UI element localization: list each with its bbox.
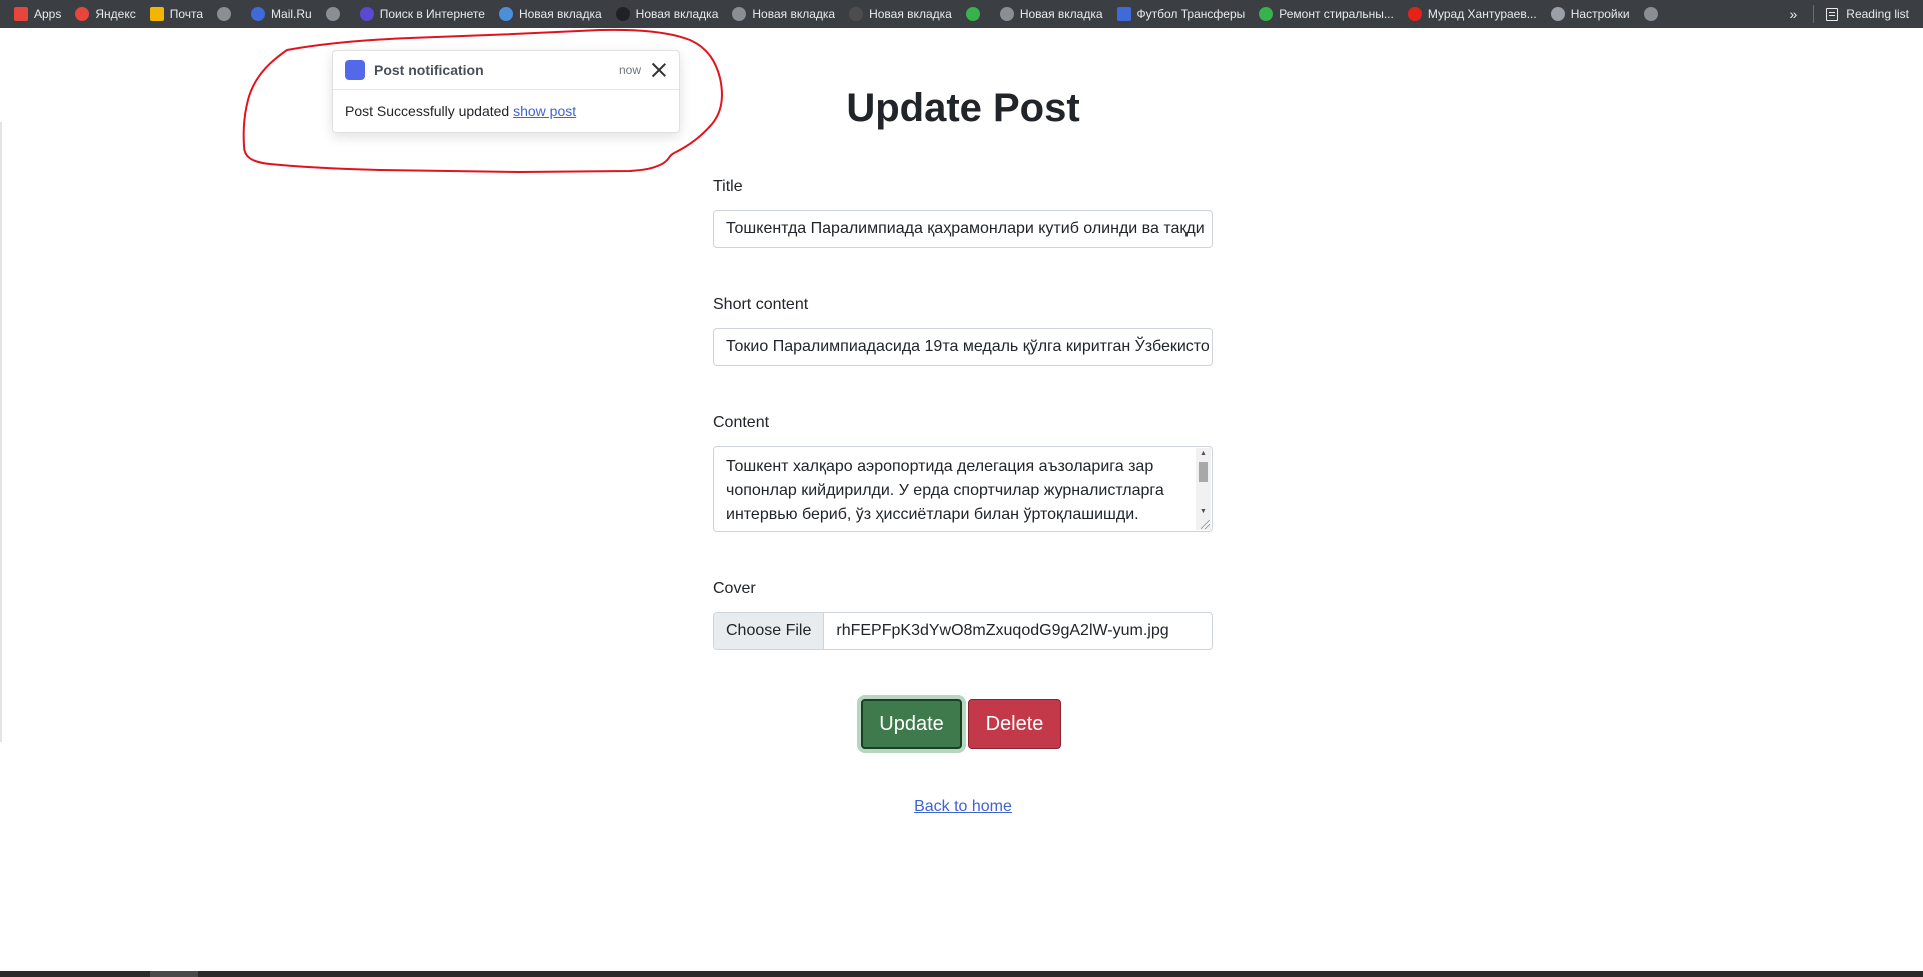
bookmark-label: Mail.Ru (271, 7, 312, 21)
bookmark-label: Новая вкладка (635, 7, 719, 21)
textarea-scrollbar[interactable]: ▲ ▼ (1196, 448, 1211, 530)
reading-list-icon (1826, 7, 1839, 21)
reading-list-label: Reading list (1846, 7, 1909, 21)
left-edge-line (0, 122, 2, 742)
bookmark-item[interactable] (217, 0, 237, 28)
choose-file-button[interactable]: Choose File (714, 613, 825, 649)
scroll-up-arrow-icon[interactable]: ▲ (1196, 448, 1211, 460)
title-label: Title (713, 178, 743, 195)
update-button[interactable]: Update (861, 699, 962, 749)
bookmark-label: Новая вкладка (869, 7, 952, 21)
owl-icon (849, 7, 864, 21)
bookmark-item[interactable] (1643, 0, 1664, 28)
bookmark-label: Ремонт стиральны... (1279, 7, 1394, 21)
cover-file-input[interactable]: Choose File rhFEPFpK3dYwO8mZxuqodG9gA2lW… (713, 612, 1213, 650)
bookmark-label: Apps (34, 7, 62, 21)
bookmark-item[interactable]: Новая вкладка (615, 0, 719, 28)
bookmark-item[interactable]: Ремонт стиральны... (1259, 0, 1394, 28)
bookmark-label: Яндекс (95, 7, 136, 21)
content-textarea[interactable]: Тошкент халқаро аэропортида делегация аъ… (713, 446, 1213, 532)
toast-message: Post Successfully updated (345, 103, 510, 119)
music-icon (498, 7, 513, 21)
bookmarks-divider (1813, 5, 1815, 23)
bookmark-item[interactable]: Новая вкладка (999, 0, 1103, 28)
short-content-label: Short content (713, 296, 809, 313)
z-icon (1259, 7, 1274, 21)
toast-time: now (618, 63, 641, 77)
bookmarks-right-area: » Reading list (1781, 0, 1923, 28)
bookmark-label: Поиск в Интернете (379, 7, 485, 21)
content-text: Тошкент халқаро аэропортида делегация аъ… (726, 458, 1164, 523)
bookmark-item[interactable]: Яндекс (75, 0, 136, 28)
bookmarks-bar: Apps Яндекс Почта Mail.Ru Поиск в Интернете Н… (0, 0, 1923, 28)
bookmark-item[interactable]: Apps (14, 0, 61, 28)
content-label: Content (713, 414, 770, 431)
delete-button[interactable]: Delete (968, 699, 1061, 749)
show-post-link[interactable]: show post (513, 103, 576, 119)
bookmark-label: Почта (169, 7, 204, 21)
bookmark-item[interactable] (325, 0, 346, 28)
sb-icon (1116, 7, 1131, 21)
arch-icon (615, 7, 630, 21)
bookmark-item[interactable] (965, 0, 986, 28)
globe-icon (217, 7, 232, 21)
toast-color-icon (345, 60, 365, 80)
title-input[interactable]: Тошкентда Паралимпиада қаҳрамонлари кути… (713, 210, 1213, 248)
close-icon[interactable] (651, 62, 667, 78)
globe-icon (325, 7, 340, 21)
gear-icon (1550, 7, 1565, 21)
short-content-input[interactable]: Токио Паралимпиадасида 19та медаль қўлга… (713, 328, 1213, 366)
bookmark-item[interactable]: Мурад Хантураев... (1407, 0, 1537, 28)
bookmark-item[interactable]: Новая вкладка (849, 0, 952, 28)
back-to-home-link[interactable]: Back to home (863, 798, 1063, 816)
mail-icon (149, 7, 164, 21)
toast-body: Post Successfully updated show post (333, 90, 679, 132)
bolt-icon (965, 7, 980, 21)
toast-header: Post notification now (333, 51, 679, 90)
yandex-icon (75, 7, 90, 21)
page-title: Update Post (846, 86, 1080, 130)
bookmark-label: Настройки (1570, 7, 1630, 21)
bookmark-item[interactable]: Новая вкладка (498, 0, 602, 28)
bookmark-label: Мурад Хантураев... (1427, 7, 1537, 21)
bookmark-label: Новая вкладка (1019, 7, 1103, 21)
bookmark-item[interactable]: Настройки (1550, 0, 1630, 28)
taskbar-segment (150, 971, 198, 977)
toast-title: Post notification (374, 62, 484, 78)
at-icon (251, 7, 266, 21)
google-icon (1643, 7, 1658, 21)
more-bookmarks-button[interactable]: » (1790, 6, 1798, 22)
bookmark-label: Футбол Трансферы (1136, 7, 1246, 21)
bookmark-item[interactable]: Mail.Ru (251, 0, 312, 28)
reading-list-button[interactable]: Reading list (1826, 7, 1909, 21)
bookmark-item[interactable]: Почта (149, 0, 204, 28)
taskbar-strip (0, 971, 1923, 977)
post-notification-toast: Post notification now Post Successfully … (332, 50, 680, 133)
bookmark-label: Новая вкладка (518, 7, 602, 21)
bookmark-item[interactable]: Новая вкладка (732, 0, 835, 28)
apps-grid-icon (14, 7, 28, 21)
scroll-thumb[interactable] (1199, 462, 1208, 482)
cover-label: Cover (713, 580, 756, 597)
bookmark-label: Новая вкладка (752, 7, 836, 21)
bookmark-item[interactable]: Поиск в Интернете (359, 0, 485, 28)
search-icon (359, 7, 374, 21)
selected-file-name: rhFEPFpK3dYwO8mZxuqodG9gA2lW-yum.jpg (836, 622, 1169, 639)
youtube-icon (1407, 7, 1422, 21)
bookmark-item[interactable]: Футбол Трансферы (1116, 0, 1246, 28)
scroll-down-arrow-icon[interactable]: ▼ (1196, 506, 1211, 518)
google-icon (732, 7, 747, 21)
resize-handle-icon[interactable] (1201, 520, 1210, 529)
globe-icon (999, 7, 1014, 21)
